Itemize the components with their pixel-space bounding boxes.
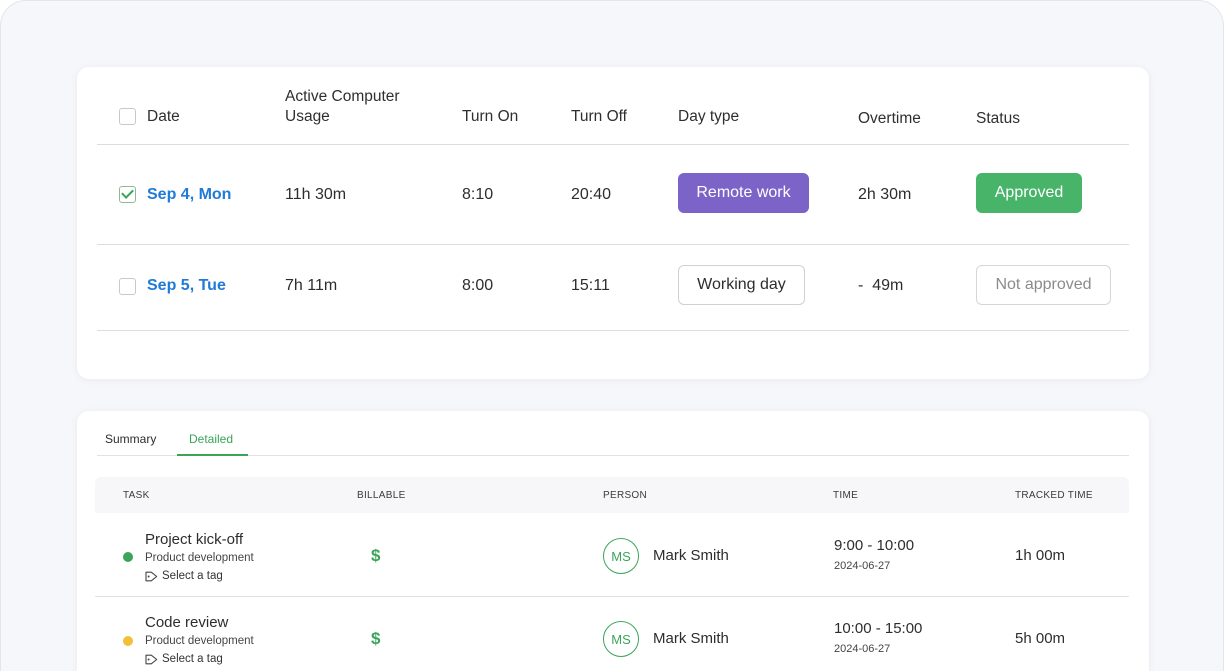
active-usage: 7h 11m: [285, 277, 338, 294]
table-row[interactable]: Code review Product development Select a…: [95, 598, 1129, 671]
attendance-row: Sep 5, Tue 7h 11m 8:00 15:11 Working day…: [97, 245, 1129, 331]
day-type-badge[interactable]: Remote work: [678, 173, 809, 213]
person-name: Mark Smith: [653, 630, 729, 647]
task-status-dot: [123, 636, 133, 646]
turn-off-time: 15:11: [571, 277, 610, 294]
header-person: PERSON: [603, 490, 648, 501]
header-date[interactable]: Date: [147, 107, 180, 127]
header-turn-on: Turn On: [462, 108, 519, 125]
turn-on-time: 8:00: [462, 277, 494, 294]
date-link[interactable]: Sep 4, Mon: [147, 186, 231, 204]
header-task: TASK: [123, 490, 150, 501]
table-row[interactable]: Project kick-off Product development Sel…: [95, 513, 1129, 597]
avatar: MS: [603, 621, 639, 657]
tag-icon: [145, 654, 158, 664]
time-range: 9:00 - 10:00: [834, 537, 915, 554]
task-name[interactable]: Project kick-off: [145, 531, 243, 548]
turn-off-time: 20:40: [571, 186, 612, 203]
header-overtime: Overtime: [858, 110, 921, 127]
tasks-table-header: TASK BILLABLE PERSON TIME TRACKED TIME: [95, 477, 1129, 513]
overtime-value: - 49m: [858, 277, 904, 294]
attendance-header: Date Active Computer Usage Turn On Turn …: [97, 67, 1129, 145]
select-tag-label: Select a tag: [162, 653, 223, 665]
tracked-time: 1h 00m: [1015, 547, 1066, 564]
tag-icon: [145, 571, 158, 581]
attendance-card: Date Active Computer Usage Turn On Turn …: [77, 67, 1149, 379]
task-project: Product development: [145, 635, 254, 647]
tracked-time: 5h 00m: [1015, 630, 1066, 647]
tasks-card: Summary Detailed TASK BILLABLE PERSON TI…: [77, 411, 1149, 671]
header-status: Status: [976, 110, 1020, 127]
tab-bar: Summary Detailed: [97, 411, 1129, 456]
overtime-value: 2h 30m: [858, 186, 912, 203]
header-day-type: Day type: [678, 108, 740, 125]
time-range: 10:00 - 15:00: [834, 620, 923, 637]
date-link[interactable]: Sep 5, Tue: [147, 277, 226, 295]
status-badge[interactable]: Not approved: [976, 265, 1111, 305]
status-badge[interactable]: Approved: [976, 173, 1082, 213]
billable-dollar-icon[interactable]: $: [371, 546, 380, 566]
header-turn-off: Turn Off: [571, 108, 627, 125]
turn-on-time: 8:10: [462, 186, 494, 203]
avatar: MS: [603, 538, 639, 574]
person-name: Mark Smith: [653, 547, 729, 564]
header-time: TIME: [833, 490, 859, 501]
select-tag-label: Select a tag: [162, 570, 223, 582]
task-status-dot: [123, 552, 133, 562]
select-tag-button[interactable]: Select a tag: [145, 570, 223, 582]
task-name[interactable]: Code review: [145, 614, 228, 631]
attendance-row: Sep 4, Mon 11h 30m 8:10 20:40 Remote wor…: [97, 145, 1129, 245]
active-usage: 11h 30m: [285, 186, 347, 203]
time-date: 2024-06-27: [834, 560, 891, 572]
active-tab-indicator: [177, 454, 248, 456]
billable-dollar-icon[interactable]: $: [371, 629, 380, 649]
time-date: 2024-06-27: [834, 643, 891, 655]
day-type-badge[interactable]: Working day: [678, 265, 805, 305]
select-all-checkbox[interactable]: [119, 108, 136, 125]
row-checkbox-checked[interactable]: [119, 186, 136, 203]
select-tag-button[interactable]: Select a tag: [145, 653, 223, 665]
app-frame: Date Active Computer Usage Turn On Turn …: [0, 0, 1224, 671]
tab-summary[interactable]: Summary: [105, 432, 156, 446]
task-project: Product development: [145, 552, 254, 564]
header-usage-line2: Usage: [285, 108, 330, 125]
row-checkbox[interactable]: [119, 278, 136, 295]
header-billable: BILLABLE: [357, 490, 406, 501]
header-usage-line1: Active Computer: [285, 88, 400, 105]
tab-detailed[interactable]: Detailed: [189, 432, 233, 446]
header-tracked-time: TRACKED TIME: [1015, 490, 1093, 501]
